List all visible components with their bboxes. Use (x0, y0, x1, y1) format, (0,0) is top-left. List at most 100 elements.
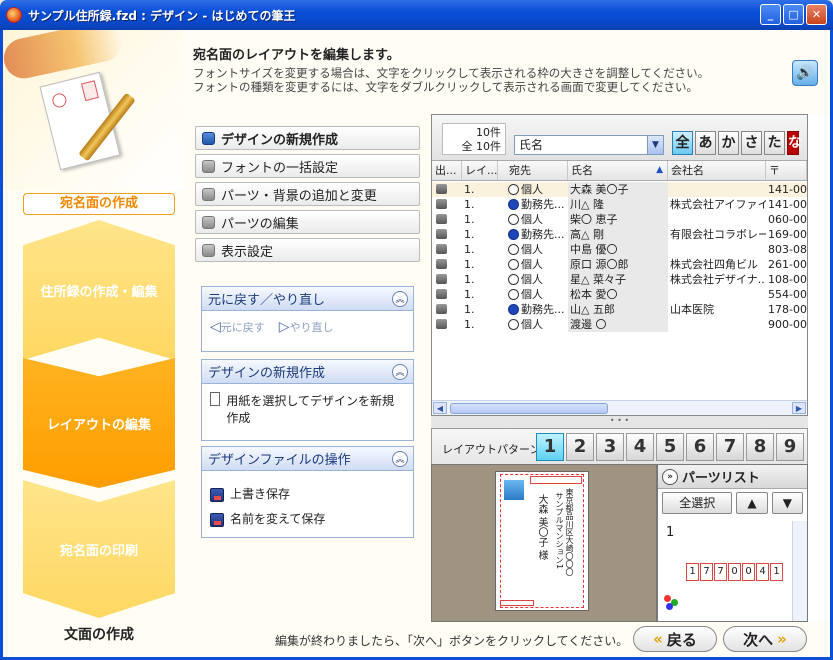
field-select[interactable]: 氏名 ▼ (514, 135, 664, 155)
kana-ka-button[interactable]: か (718, 131, 739, 155)
vertical-scrollbar[interactable] (792, 521, 807, 621)
nav-step-layout-edit[interactable]: レイアウトの編集 (23, 358, 175, 488)
recipient-cell: 勤務先... (521, 198, 565, 211)
maximize-button[interactable]: □ (783, 4, 804, 25)
menu-parts-background[interactable]: パーツ・背景の追加と変更 (195, 182, 420, 206)
printer-icon (436, 184, 447, 194)
layout-cell: 1. (464, 303, 475, 316)
collapse-icon[interactable]: » (662, 468, 678, 485)
menu-new-design[interactable]: デザインの新規作成 (195, 126, 420, 150)
scroll-right-icon[interactable]: ▶ (792, 402, 806, 414)
nav-step-address-book[interactable]: 住所録の作成・編集 (23, 220, 175, 360)
minimize-button[interactable]: _ (760, 4, 781, 25)
move-down-button[interactable]: ▼ (771, 492, 804, 514)
next-button[interactable]: 次へ» (723, 626, 807, 652)
collapse-icon[interactable]: ︽ (392, 363, 408, 380)
scroll-left-icon[interactable]: ◀ (433, 402, 447, 414)
file-ops-panel: デザインファイルの操作 ︽ 上書き保存 名前を変えて保存 (201, 446, 414, 538)
part-zip-preview[interactable]: 1770041 (686, 563, 783, 581)
new-design-link[interactable]: 用紙を選択してデザインを新規作成 (202, 384, 413, 434)
hero-illustration (3, 30, 183, 190)
kana-sa-button[interactable]: さ (741, 131, 762, 155)
table-row[interactable]: 1. 勤務先...川△ 隆株式会社アイファイブ141-003 (432, 197, 807, 212)
layout-pattern-5-button[interactable]: 5 (656, 433, 684, 461)
person-icon (508, 244, 519, 255)
layout-pattern-2-button[interactable]: 2 (566, 433, 594, 461)
kana-na-button[interactable]: な (787, 131, 802, 155)
save-as-link[interactable]: 名前を変えて保存 (210, 510, 405, 527)
zip-cell: 900-000 (768, 318, 807, 331)
kana-all-button[interactable]: 全 (672, 131, 693, 155)
nav-step-print[interactable]: 宛名面の印刷 (23, 480, 175, 618)
table-row[interactable]: 1. 勤務先...高△ 剛有限会社コラボレー...169-007 (432, 227, 807, 242)
layout-pattern-3-button[interactable]: 3 (596, 433, 624, 461)
recipient-cell: 個人 (521, 258, 543, 271)
layout-pattern-4-button[interactable]: 4 (626, 433, 654, 461)
nav-step-message-side[interactable]: 文面の作成 (23, 624, 175, 644)
name-cell: 柴〇 恵子 (568, 212, 668, 227)
file-ops-panel-header[interactable]: デザインファイルの操作 ︽ (202, 447, 413, 471)
table-row[interactable]: 1. 個人 原口 源〇郎株式会社四角ビル 261-000 (432, 257, 807, 272)
col-zip[interactable]: 〒 (766, 161, 807, 180)
menu-font-bulk[interactable]: フォントの一括設定 (195, 154, 420, 178)
redo-button[interactable]: ▷やり直し (279, 319, 334, 335)
new-design-panel: デザインの新規作成 ︽ 用紙を選択してデザインを新規作成 (201, 359, 414, 441)
person-icon (508, 259, 519, 270)
table-row[interactable]: 1. 個人 松本 愛〇 554-001 (432, 287, 807, 302)
person-icon (508, 289, 519, 300)
printer-icon (436, 199, 447, 209)
undo-button[interactable]: ◁元に戻す (210, 319, 265, 335)
col-layout[interactable]: レイ... (462, 161, 498, 180)
kana-ta-button[interactable]: た (764, 131, 785, 155)
select-all-button[interactable]: 全選択 (662, 492, 733, 514)
speaker-icon[interactable]: 🔊 (792, 60, 818, 86)
collapse-icon[interactable]: ︽ (392, 290, 408, 307)
col-name[interactable]: 氏名 ▲ (568, 161, 668, 180)
table-row[interactable]: 1. 個人 渡邊 〇 900-000 (432, 317, 807, 332)
horizontal-scrollbar[interactable]: ◀ ▶ (432, 400, 807, 415)
kana-a-button[interactable]: あ (695, 131, 716, 155)
collapse-icon[interactable]: ︽ (392, 450, 408, 467)
table-row[interactable]: 1. 勤務先...山△ 五郎山本医院 178-006 (432, 302, 807, 317)
table-row[interactable]: 1. 個人 星△ 菜々子株式会社デザイナ...108-007 (432, 272, 807, 287)
layout-cell: 1. (464, 243, 475, 256)
scroll-thumb[interactable] (450, 403, 608, 414)
move-up-button[interactable]: ▲ (736, 492, 768, 514)
layout-cell: 1. (464, 228, 475, 241)
back-button[interactable]: «戻る (633, 626, 717, 652)
close-button[interactable]: ✕ (806, 4, 827, 25)
undo-panel-header[interactable]: 元に戻す／やり直し ︽ (202, 287, 413, 311)
layout-pattern-9-button[interactable]: 9 (776, 433, 804, 461)
table-row[interactable]: 1. 個人 中島 優〇 803-084 (432, 242, 807, 257)
zip-digit: 1 (770, 563, 783, 581)
layout-pattern-6-button[interactable]: 6 (686, 433, 714, 461)
name-cell: 川△ 隆 (568, 197, 668, 212)
sender-zip-box[interactable] (500, 600, 534, 606)
new-design-panel-header[interactable]: デザインの新規作成 ︽ (202, 360, 413, 384)
table-row[interactable]: 1. 個人 柴〇 恵子 060-006 (432, 212, 807, 227)
overwrite-save-link[interactable]: 上書き保存 (210, 485, 405, 502)
layout-pattern-7-button[interactable]: 7 (716, 433, 744, 461)
layout-pattern-8-button[interactable]: 8 (746, 433, 774, 461)
postcard-layout-canvas[interactable]: 大森 美〇子 様 東京都品川区大崎〇〇〇 サンプルマンション1 (495, 471, 589, 611)
address-text[interactable]: 東京都品川区大崎〇〇〇 (564, 488, 575, 576)
menu-display-settings[interactable]: 表示設定 (195, 238, 420, 262)
zip-code-box[interactable] (530, 476, 582, 484)
col-company[interactable]: 会社名 (668, 161, 766, 180)
table-row[interactable]: 1. 個人 大森 美〇子 141-003 (432, 182, 807, 197)
address2-text[interactable]: サンプルマンション1 (554, 492, 565, 569)
list-toolbar: 10件 全 10件 氏名 ▼ 全 あ か さ た な (432, 115, 807, 161)
zip-digit: 4 (756, 563, 769, 581)
step-navigation: 宛名面の作成 住所録の作成・編集 レイアウトの編集 宛名面の印刷 文面の作成 (3, 30, 183, 657)
recipient-cell: 個人 (521, 273, 543, 286)
printer-icon (436, 214, 447, 224)
menu-parts-edit[interactable]: パーツの編集 (195, 210, 420, 234)
parts-list-panel: » パーツリスト 全選択 ▲ ▼ 1 1770041 (657, 464, 808, 622)
pane-splitter[interactable]: • • • (431, 416, 808, 428)
recipient-name-text[interactable]: 大森 美〇子 様 (534, 494, 549, 560)
col-recipient[interactable]: 宛先 (506, 161, 568, 180)
layout-pattern-1-button[interactable]: 1 (536, 433, 564, 461)
zip-digit: 7 (700, 563, 713, 581)
printer-icon (436, 244, 447, 254)
col-print[interactable]: 出... (432, 161, 462, 180)
